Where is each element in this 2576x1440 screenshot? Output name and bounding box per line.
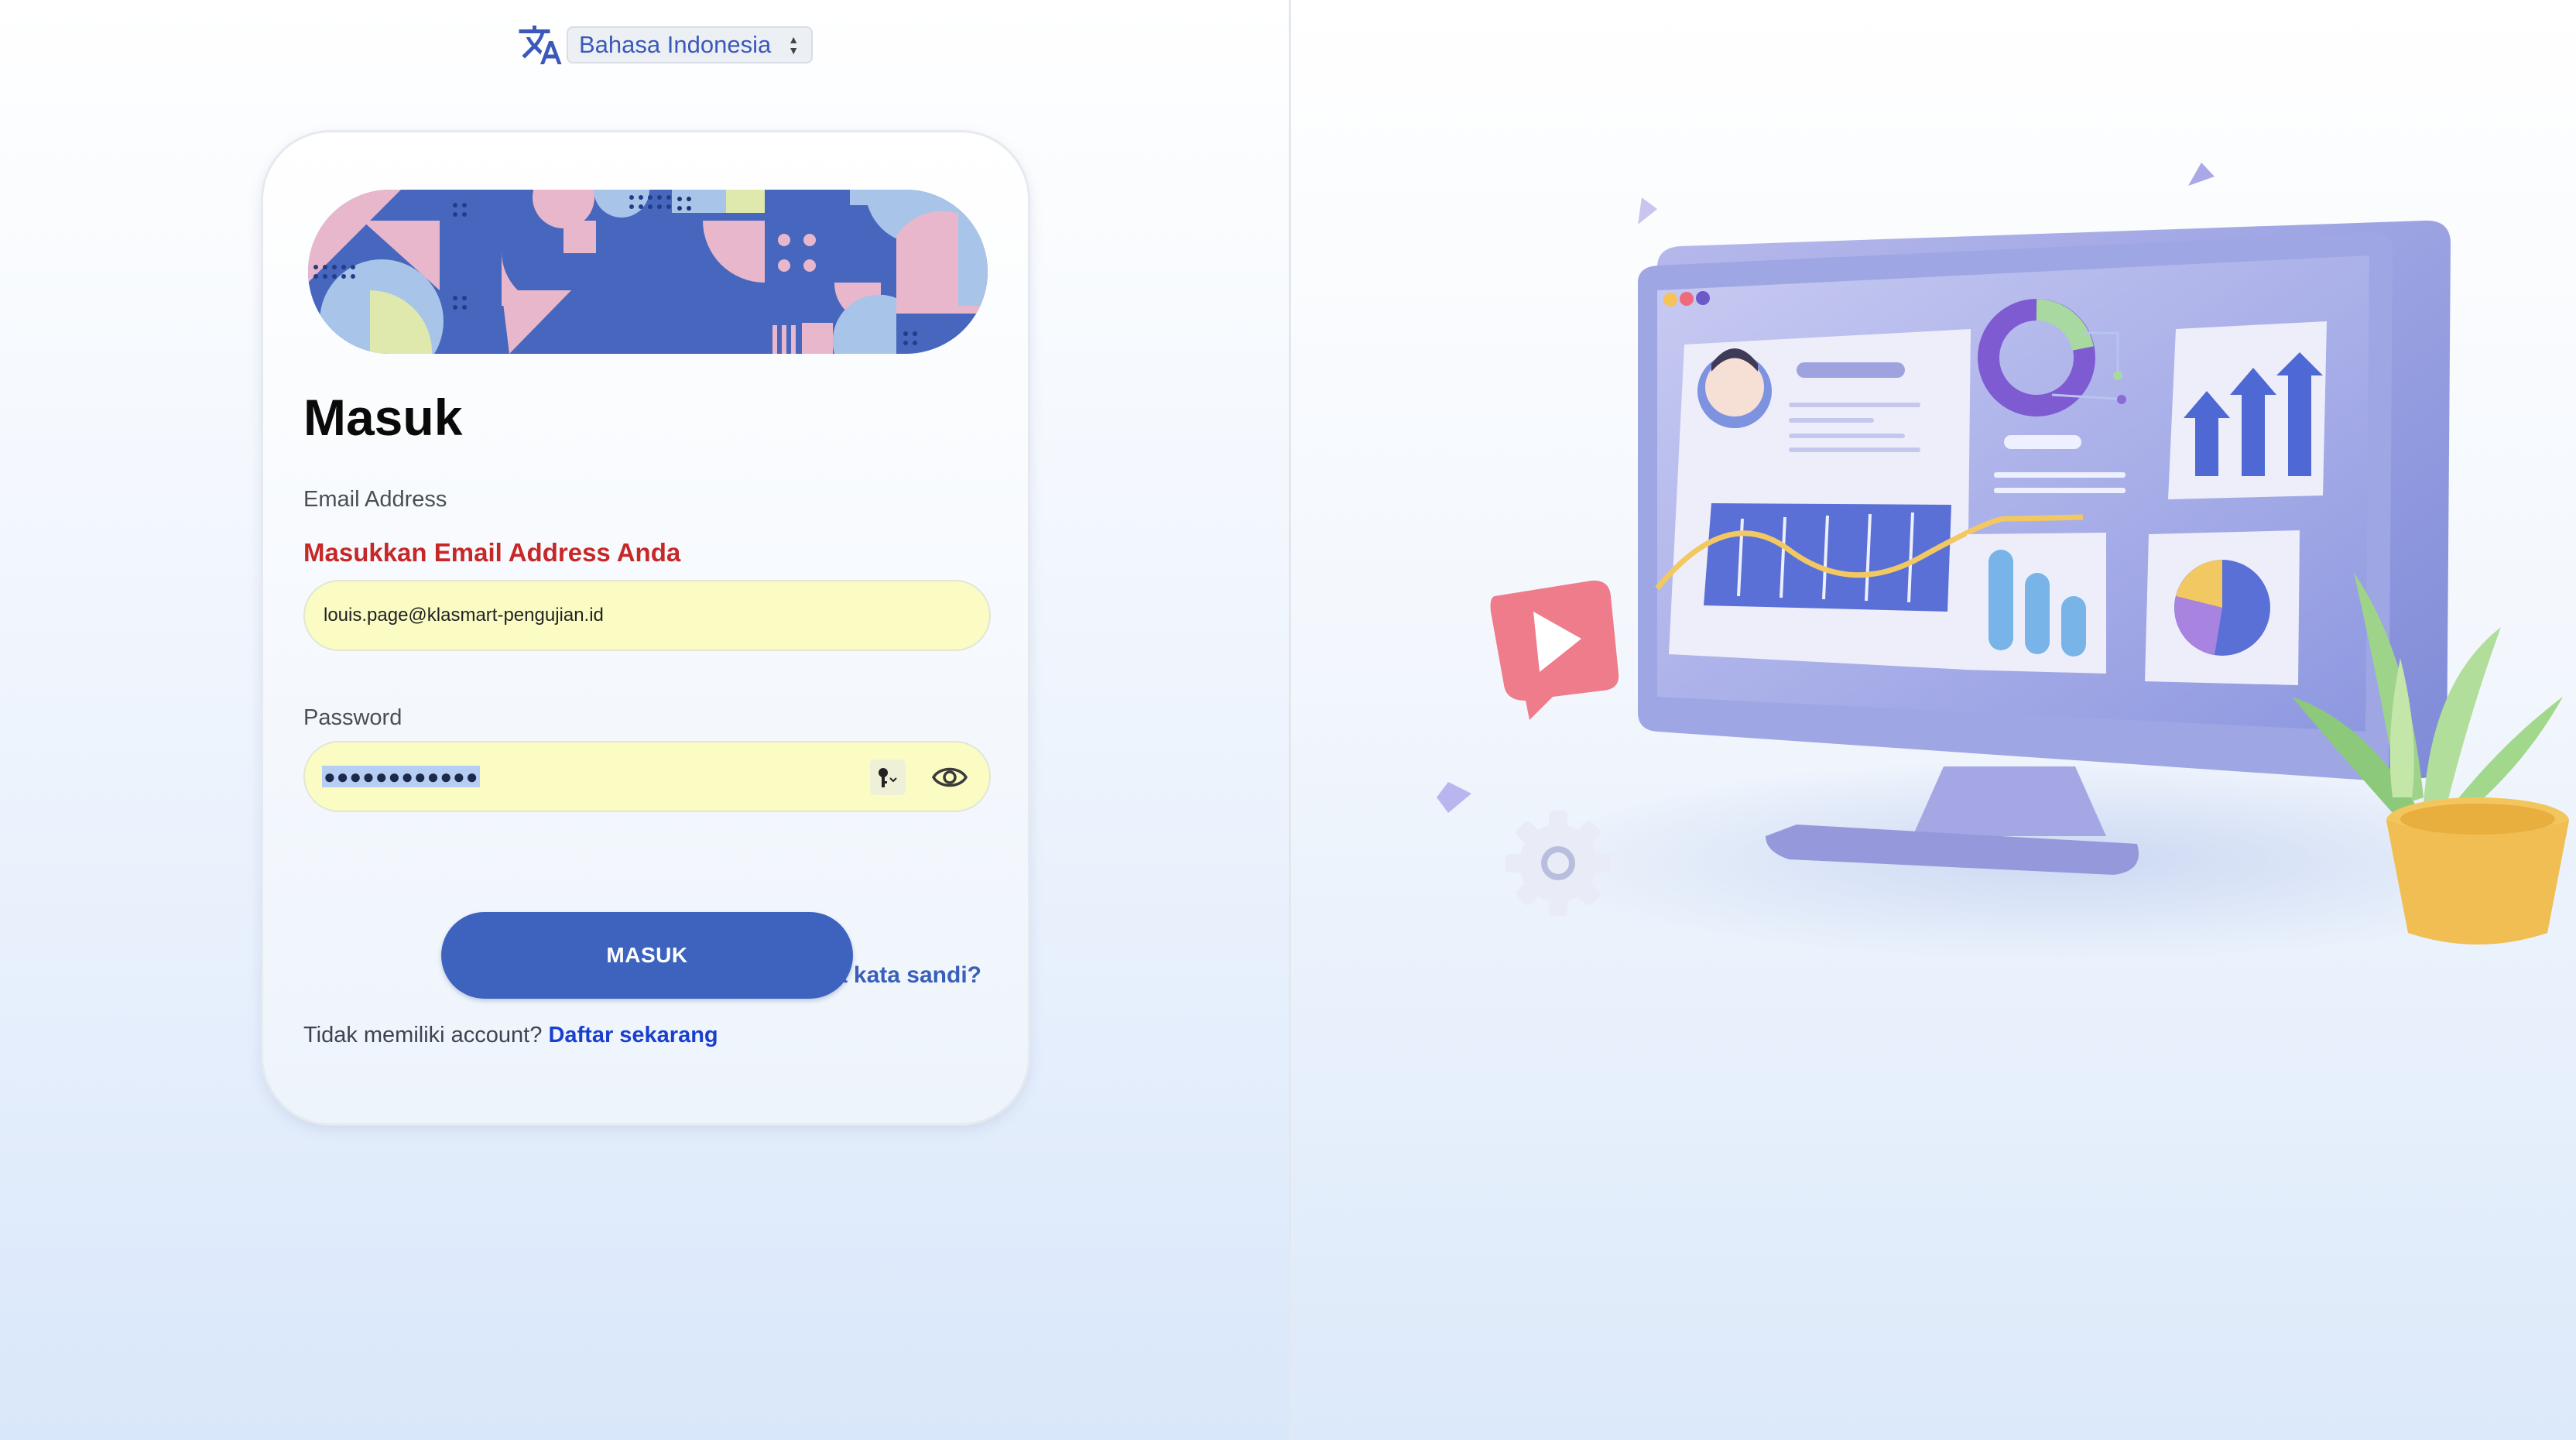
decorative-banner xyxy=(308,190,988,354)
email-field-container xyxy=(303,580,991,651)
language-select[interactable]: Bahasa Indonesia ▲ ▼ xyxy=(567,26,814,63)
illustration-panel xyxy=(1293,0,2576,1440)
no-account-text: Tidak memiliki account? xyxy=(303,1023,543,1047)
page-title: Masuk xyxy=(303,389,463,446)
email-field[interactable] xyxy=(324,581,958,650)
signup-link[interactable]: Daftar sekarang xyxy=(548,1023,718,1047)
password-masked-value: ●●●●●●●●●●●● xyxy=(322,765,481,788)
login-panel: Bahasa Indonesia ▲ ▼ Masuk Email Address… xyxy=(0,0,1291,1440)
translate-icon xyxy=(519,26,562,64)
password-field[interactable]: ●●●●●●●●●●●● xyxy=(303,741,991,812)
language-switcher: Bahasa Indonesia ▲ ▼ xyxy=(517,23,814,67)
login-card: Masuk Email Address Masukkan Email Addre… xyxy=(261,130,1030,1126)
select-arrows-icon: ▲ ▼ xyxy=(788,33,800,57)
login-submit-button[interactable]: MASUK xyxy=(441,912,853,999)
email-label: Email Address xyxy=(303,487,447,512)
key-icon[interactable] xyxy=(870,759,906,795)
language-select-value: Bahasa Indonesia xyxy=(579,31,772,58)
signup-prompt: Tidak memiliki account? Daftar sekarang xyxy=(303,1023,718,1048)
password-label: Password xyxy=(303,705,402,730)
email-error-message: Masukkan Email Address Anda xyxy=(303,538,681,567)
dashboard-monitor-illustration xyxy=(1437,163,2576,960)
eye-icon[interactable] xyxy=(930,759,969,795)
